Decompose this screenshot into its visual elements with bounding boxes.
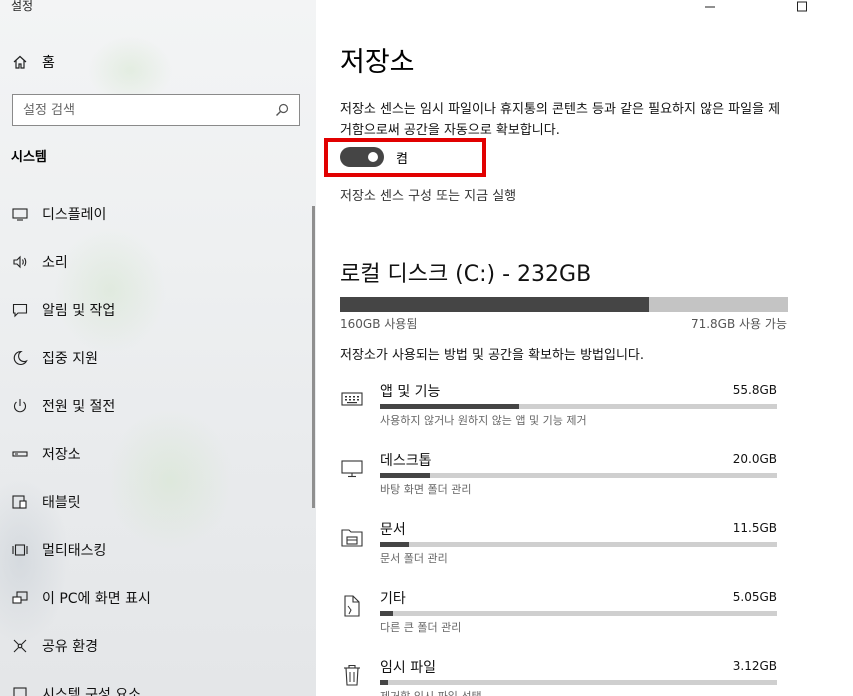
app-title: 설정 [11,0,34,13]
home-icon [13,55,27,69]
category-name: 문서 [380,522,406,538]
category-subtext: 문서 폴더 관리 [380,552,448,565]
category-name: 데스크톱 [380,453,432,469]
drive-used-label: 160GB 사용됨 [340,317,418,331]
category-name: 임시 파일 [380,660,436,676]
sidebar-item-label: 알림 및 작업 [42,303,116,319]
sidebar-item-sound[interactable]: 소리 [0,238,316,286]
category-bar-fill [380,680,388,685]
storage-icon [11,445,29,463]
page-title: 저장소 [340,47,415,78]
category-size: 3.12GB [732,659,777,673]
toggle-knob [368,152,378,162]
trash-icon [340,663,364,687]
sidebar-item-label: 이 PC에 화면 표시 [42,591,151,607]
category-bar [380,680,777,685]
project-icon [11,589,29,607]
category-bar-fill [380,473,430,478]
sidebar-item-label: 태블릿 [42,495,81,511]
configure-storage-sense-link[interactable]: 저장소 센스 구성 또는 지금 실행 [340,185,516,204]
sidebar-item-power[interactable]: 전원 및 절전 [0,382,316,430]
sidebar-nav: 디스플레이 소리 알림 및 작업 집중 지원 전원 및 절전 저장소 태블릿 멀… [0,190,316,696]
section-title: 시스템 [11,150,47,165]
category-subtext: 제거할 임시 파일 선택 [380,688,482,696]
monitor-icon [11,205,29,223]
drive-usage-fill [340,297,650,312]
category-size: 5.05GB [732,590,777,604]
category-size: 55.8GB [732,383,777,397]
sidebar: 설정 홈 시스템 디스플레이 소리 [0,0,316,696]
sidebar-item-label: 전원 및 절전 [42,399,116,415]
category-temporary-files[interactable]: 임시 파일 3.12GB 제거할 임시 파일 선택 [340,657,780,696]
minimize-icon [705,6,715,8]
sidebar-item-label: 시스템 구성 요소 [42,687,142,696]
home-label: 홈 [42,55,55,71]
storage-sense-toggle[interactable] [340,147,384,167]
category-size: 20.0GB [732,452,777,466]
storage-sense-description: 저장소 센스는 임시 파일이나 휴지통의 콘텐츠 등과 같은 필요하지 않은 파… [340,102,781,138]
category-desktop[interactable]: 데스크톱 20.0GB 바탕 화면 폴더 관리 [340,450,780,508]
category-bar [380,611,777,616]
search-icon[interactable] [275,103,289,117]
sidebar-item-multitasking[interactable]: 멀티태스킹 [0,526,316,574]
search-input[interactable] [23,102,275,118]
sidebar-item-label: 저장소 [42,447,81,463]
sidebar-item-components[interactable]: 시스템 구성 요소 [0,670,316,696]
category-subtext: 사용하지 않거나 원하지 않는 앱 및 기능 제거 [380,414,587,427]
category-size: 11.5GB [732,521,777,535]
sidebar-item-focus-assist[interactable]: 집중 지원 [0,334,316,382]
storage-sense-toggle-row: 켬 [340,147,408,167]
sidebar-item-storage[interactable]: 저장소 [0,430,316,478]
drive-free-label: 71.8GB 사용 가능 [690,317,787,331]
category-bar [380,404,777,409]
power-icon [11,397,29,415]
category-bar [380,473,777,478]
category-other[interactable]: 기타 5.05GB 다른 큰 폴더 관리 [340,588,780,646]
desktop-icon [340,456,364,480]
sidebar-item-shared-experiences[interactable]: 공유 환경 [0,622,316,670]
drive-usage-bar [340,297,788,312]
sidebar-item-label: 집중 지원 [42,351,98,367]
minimize-button[interactable] [687,0,733,14]
tablet-icon [11,493,29,511]
sidebar-item-project[interactable]: 이 PC에 화면 표시 [0,574,316,622]
category-subtext: 바탕 화면 폴더 관리 [380,483,472,496]
category-bar-fill [380,542,409,547]
sidebar-item-label: 공유 환경 [42,639,98,655]
main-content: 저장소 저장소 센스는 임시 파일이나 휴지통의 콘텐츠 등과 같은 필요하지 … [316,0,853,696]
category-name: 기타 [380,591,406,607]
home-nav-item[interactable]: 홈 [12,52,55,72]
category-documents[interactable]: 문서 11.5GB 문서 폴더 관리 [340,519,780,577]
sidebar-item-display[interactable]: 디스플레이 [0,190,316,238]
sidebar-item-label: 소리 [42,255,68,271]
category-bar-fill [380,404,519,409]
category-apps-features[interactable]: 앱 및 기능 55.8GB 사용하지 않거나 원하지 않는 앱 및 기능 제거 [340,381,780,439]
sidebar-item-tablet[interactable]: 태블릿 [0,478,316,526]
category-bar [380,542,777,547]
multitasking-icon [11,541,29,559]
other-icon [340,594,364,618]
sidebar-item-label: 멀티태스킹 [42,543,107,559]
category-subtext: 다른 큰 폴더 관리 [380,621,462,634]
notification-icon [11,301,29,319]
moon-icon [11,349,29,367]
maximize-icon [797,1,807,12]
sidebar-item-notifications[interactable]: 알림 및 작업 [0,286,316,334]
sidebar-scrollbar[interactable] [312,206,315,508]
keyboard-icon [340,387,364,411]
speaker-icon [11,253,29,271]
drive-title: 로컬 디스크 (C:) - 232GB [340,262,592,287]
category-name: 앱 및 기능 [380,384,441,400]
shared-experiences-icon [11,637,29,655]
components-icon [11,685,29,696]
toggle-label: 켬 [396,151,408,167]
maximize-button[interactable] [779,0,825,14]
documents-folder-icon [340,525,364,549]
category-bar-fill [380,611,393,616]
usage-description: 저장소가 사용되는 방법 및 공간을 확보하는 방법입니다. [340,348,645,363]
sidebar-item-label: 디스플레이 [42,207,107,223]
search-box[interactable] [12,94,300,126]
